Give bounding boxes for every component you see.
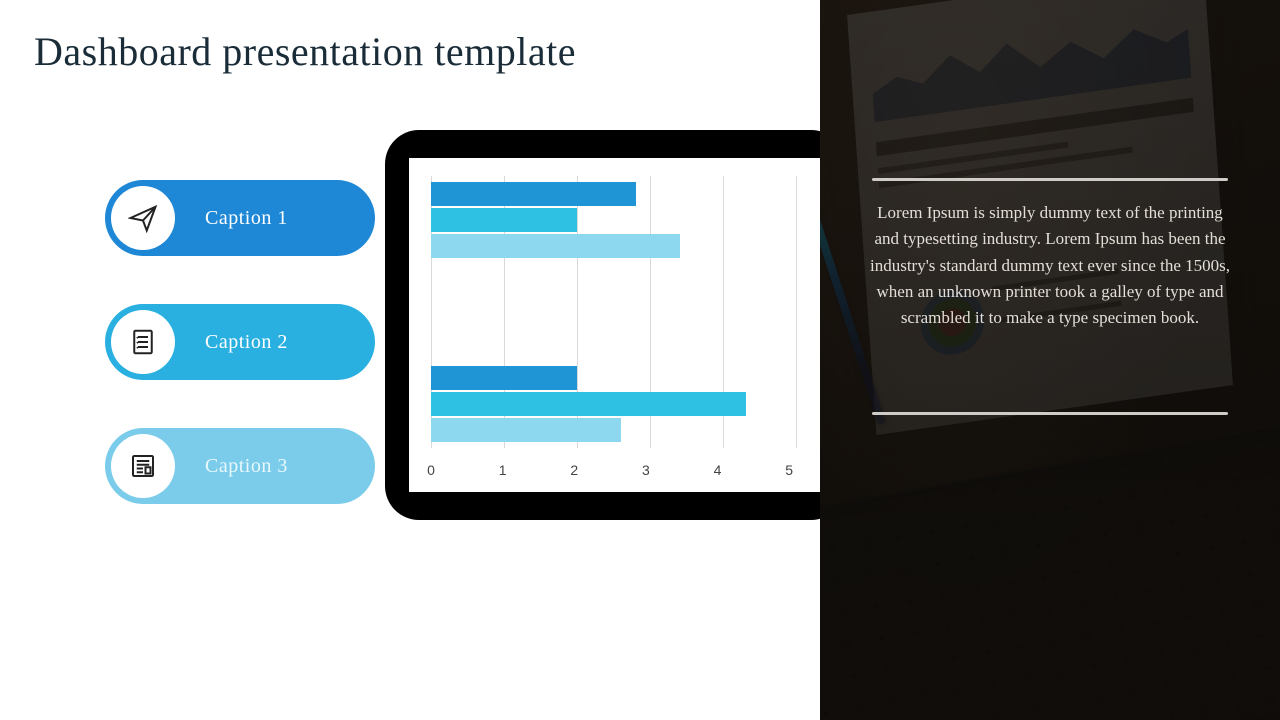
chart-x-tick: 0: [427, 462, 435, 478]
right-body-text: Lorem Ipsum is simply dummy text of the …: [870, 200, 1230, 332]
divider-top: [872, 178, 1228, 181]
caption-2-label: Caption 2: [205, 331, 288, 354]
chart-bar: [431, 366, 577, 390]
newspaper-icon: [111, 434, 175, 498]
chart-screen: 0 1 2 3 4 5: [409, 158, 821, 492]
caption-1-label: Caption 1: [205, 207, 288, 230]
chart-bar: [431, 392, 746, 416]
chart-x-tick: 2: [570, 462, 578, 478]
left-pane: Dashboard presentation template Caption …: [0, 0, 820, 720]
chart-plot: [431, 176, 797, 448]
right-pane: Lorem Ipsum is simply dummy text of the …: [820, 0, 1280, 720]
chart-group: [431, 182, 797, 258]
caption-list: Caption 1 Caption 2 Caption 3: [105, 180, 375, 504]
chart-bar: [431, 208, 577, 232]
divider-bottom: [872, 412, 1228, 415]
photo-overlay: [820, 0, 1280, 720]
caption-1[interactable]: Caption 1: [105, 180, 375, 256]
page-title: Dashboard presentation template: [34, 28, 576, 75]
chart-x-tick: 5: [785, 462, 793, 478]
chart-bar: [431, 418, 621, 442]
chart-bars: [431, 176, 797, 448]
clipboard-icon: [111, 310, 175, 374]
chart-x-tick: 3: [642, 462, 650, 478]
chart-x-axis: 012345: [431, 462, 797, 478]
chart-bar: [431, 182, 636, 206]
caption-2[interactable]: Caption 2: [105, 304, 375, 380]
caption-3[interactable]: Caption 3: [105, 428, 375, 504]
tablet-frame: 0 1 2 3 4 5: [385, 130, 845, 520]
chart-group: [431, 366, 797, 442]
chart-x-tick: 1: [499, 462, 507, 478]
paper-plane-icon: [111, 186, 175, 250]
chart-x-tick: 4: [714, 462, 722, 478]
chart-bar: [431, 234, 680, 258]
caption-3-label: Caption 3: [205, 455, 288, 478]
